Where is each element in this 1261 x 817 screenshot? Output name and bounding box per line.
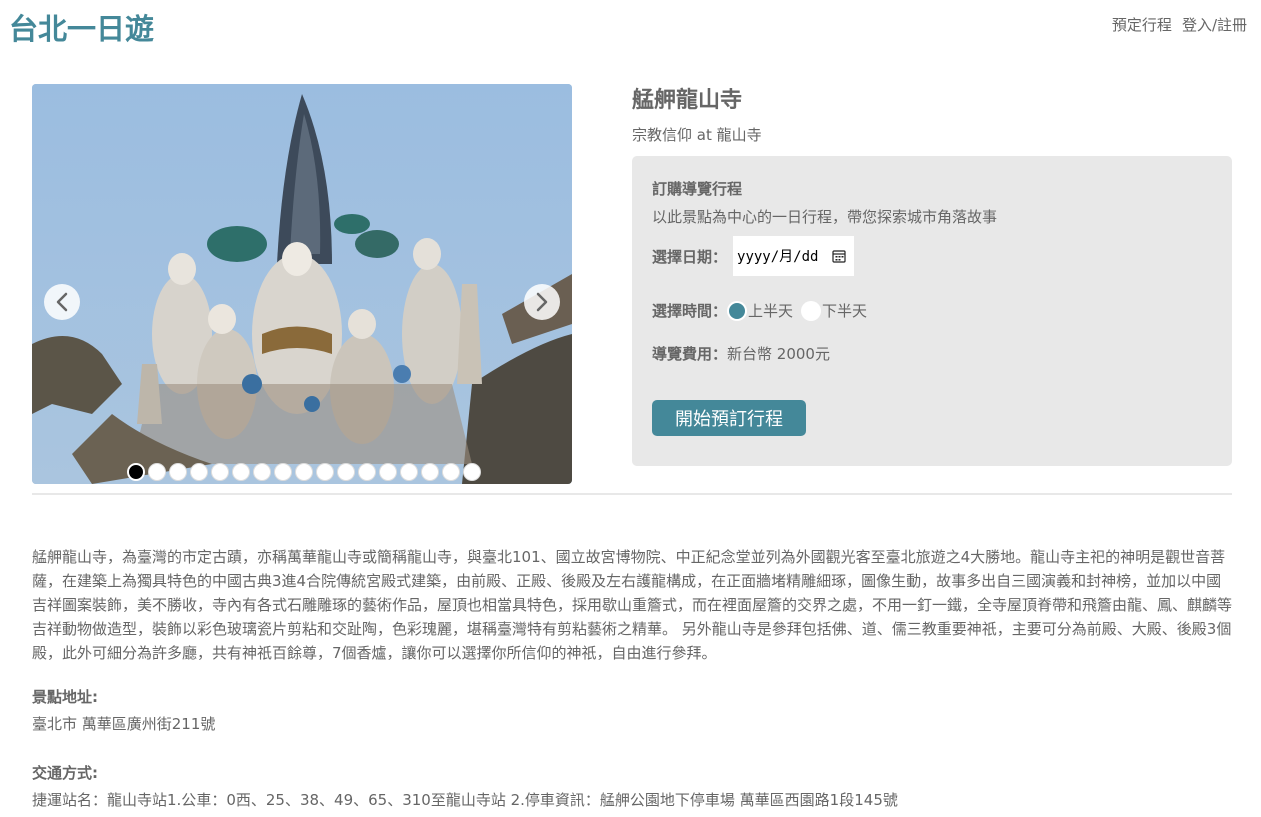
chevron-left-icon (56, 292, 68, 312)
image-carousel (32, 84, 572, 484)
nav-schedule-link[interactable]: 預定行程 (1112, 14, 1172, 35)
attraction-category: 宗教信仰 at 龍山寺 (632, 126, 762, 144)
transport-value: 捷運站名：龍山寺站1.公車：0西、25、38、49、65、310至龍山寺站 2.… (32, 791, 898, 809)
carousel-dot[interactable] (295, 463, 313, 481)
start-booking-button[interactable]: 開始預訂行程 (652, 400, 806, 436)
afternoon-radio[interactable] (801, 300, 822, 321)
carousel-dot[interactable] (190, 463, 208, 481)
time-label: 選擇時間： (652, 302, 728, 320)
fee-label: 導覽費用： (652, 345, 728, 363)
booking-panel: 訂購導覽行程 以此景點為中心的一日行程，帶您探索城市角落故事 選擇日期： yyy… (632, 156, 1232, 466)
fee-row: 導覽費用：新台幣 2000元 (652, 343, 830, 364)
calendar-icon[interactable] (832, 249, 846, 263)
chevron-right-icon (536, 292, 548, 312)
carousel-dot[interactable] (274, 463, 292, 481)
attraction-info: 艋舺龍山寺 宗教信仰 at 龍山寺 (632, 82, 1232, 145)
nav-login-link[interactable]: 登入/註冊 (1182, 14, 1247, 35)
carousel-dot[interactable] (253, 463, 271, 481)
top-navbar: 台北一日遊 預定行程 登入/註冊 (0, 0, 1261, 54)
nav-links: 預定行程 登入/註冊 (1112, 14, 1247, 35)
morning-radio[interactable] (727, 300, 748, 321)
carousel-next-button[interactable] (524, 284, 560, 320)
carousel-dot[interactable] (358, 463, 376, 481)
booking-heading: 訂購導覽行程 (652, 180, 743, 198)
carousel-indicators (127, 463, 481, 481)
carousel-dot[interactable] (232, 463, 250, 481)
address-value: 臺北市 萬華區廣州街211號 (32, 715, 216, 733)
morning-radio-label[interactable]: 上半天 (748, 300, 793, 321)
fee-value: 新台幣 2000元 (727, 345, 830, 363)
afternoon-radio-label[interactable]: 下半天 (822, 300, 867, 321)
temple-roof-photo (32, 84, 572, 484)
carousel-dot[interactable] (127, 463, 145, 481)
attraction-description: 艋舺龍山寺，為臺灣的市定古蹟，亦稱萬華龍山寺或簡稱龍山寺，與臺北101、國立故宮… (32, 548, 1233, 662)
address-label: 景點地址: (32, 688, 98, 706)
carousel-dot[interactable] (148, 463, 166, 481)
carousel-dot[interactable] (400, 463, 418, 481)
date-input[interactable]: yyyy/月/dd (733, 236, 855, 276)
carousel-dot[interactable] (316, 463, 334, 481)
carousel-dot[interactable] (169, 463, 187, 481)
carousel-dot[interactable] (337, 463, 355, 481)
date-placeholder: yyyy/月/dd (737, 249, 819, 265)
site-logo[interactable]: 台北一日遊 (9, 6, 154, 48)
carousel-dot[interactable] (379, 463, 397, 481)
carousel-prev-button[interactable] (44, 284, 80, 320)
date-label: 選擇日期： (652, 247, 728, 266)
date-row: 選擇日期： yyyy/月/dd (652, 236, 855, 276)
section-divider (32, 493, 1232, 495)
carousel-dot[interactable] (421, 463, 439, 481)
carousel-dot[interactable] (463, 463, 481, 481)
carousel-dot[interactable] (442, 463, 460, 481)
time-row: 選擇時間： 上半天 下半天 (652, 300, 875, 321)
attraction-title: 艋舺龍山寺 (632, 88, 743, 113)
carousel-dot[interactable] (211, 463, 229, 481)
booking-description: 以此景點為中心的一日行程，帶您探索城市角落故事 (652, 208, 998, 226)
transport-label: 交通方式: (32, 764, 98, 782)
